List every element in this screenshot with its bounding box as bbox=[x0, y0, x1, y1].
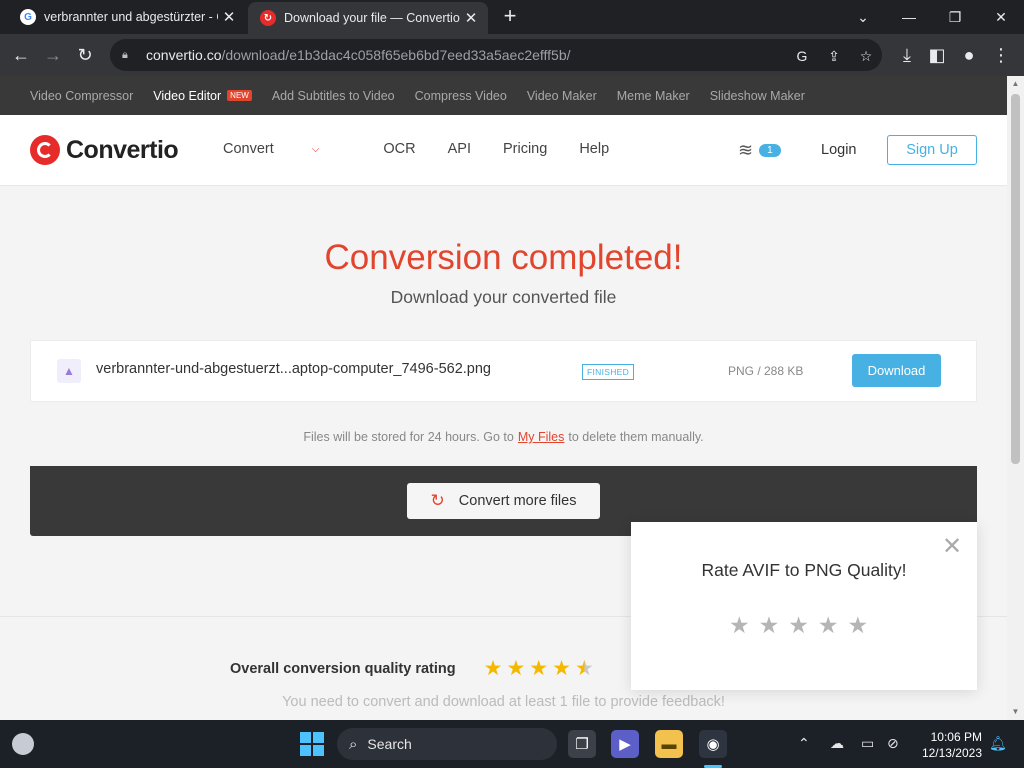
start-icon[interactable] bbox=[300, 732, 324, 756]
rate-star-4-icon[interactable]: ★ bbox=[818, 612, 839, 639]
forward-icon[interactable]: → bbox=[40, 42, 66, 68]
scroll-thumb[interactable] bbox=[1011, 94, 1020, 464]
overall-rating: Overall conversion quality rating ★ ★ ★ … bbox=[230, 657, 594, 680]
tray-chevron-icon[interactable]: ⌃ bbox=[798, 735, 810, 752]
menu-icon[interactable]: ⋮ bbox=[988, 42, 1014, 68]
file-name: verbrannter-und-abgestuerzt...aptop-comp… bbox=[96, 361, 491, 377]
onedrive-icon[interactable]: ☁ bbox=[830, 735, 844, 752]
weather-icon[interactable] bbox=[12, 733, 34, 755]
file-explorer-icon[interactable]: ▬ bbox=[655, 730, 683, 758]
google-lens-icon[interactable]: G bbox=[792, 46, 812, 66]
restore-icon[interactable]: ❐ bbox=[932, 0, 978, 34]
chevron-down-icon: ⌵ bbox=[311, 143, 320, 155]
sign-up-button[interactable]: Sign Up bbox=[887, 135, 977, 165]
promo-slideshow-maker[interactable]: Slideshow Maker bbox=[710, 89, 805, 103]
new-badge: NEW bbox=[227, 90, 252, 101]
url-text: convertio.co/download/e1b3dac4c058f65eb6… bbox=[146, 47, 571, 63]
convertio-logo-icon bbox=[30, 135, 60, 165]
notification-bell-icon[interactable]: 🔔︎ bbox=[989, 735, 1007, 752]
nav-help[interactable]: Help bbox=[579, 141, 609, 157]
convertio-favicon-icon: ↻ bbox=[260, 10, 276, 26]
nav-api[interactable]: API bbox=[448, 141, 471, 157]
back-icon[interactable]: ← bbox=[8, 42, 34, 68]
scroll-down-icon[interactable]: ▼ bbox=[1007, 704, 1024, 720]
close-tab-icon[interactable]: ✕ bbox=[218, 8, 240, 26]
promo-add-subtitles[interactable]: Add Subtitles to Video bbox=[272, 89, 395, 103]
layers-icon: ≋ bbox=[738, 140, 754, 160]
rate-star-5-icon[interactable]: ★ bbox=[848, 612, 869, 639]
tools-bar: Video Compressor Video Editor NEW Add Sub… bbox=[0, 76, 1007, 115]
nav-pricing[interactable]: Pricing bbox=[503, 141, 547, 157]
rating-star-icon: ★ bbox=[552, 657, 571, 680]
main-nav: Convert ⌵ OCR API Pricing Help bbox=[223, 141, 641, 157]
files-count-badge: 1 bbox=[759, 144, 781, 157]
task-view-icon[interactable]: ❐ bbox=[568, 730, 596, 758]
promo-meme-maker[interactable]: Meme Maker bbox=[617, 89, 690, 103]
taskbar-search[interactable]: ⌕ Search bbox=[337, 728, 557, 760]
tab-title: verbrannter und abgestürzter - G bbox=[44, 10, 218, 24]
side-panel-icon[interactable]: ◧ bbox=[924, 42, 950, 68]
browser-toolbar: ← → ↻ 🔒︎ convertio.co/download/e1b3dac4c… bbox=[0, 34, 1024, 76]
network-icon[interactable]: ⊘ bbox=[887, 735, 899, 752]
new-tab-icon[interactable]: + bbox=[498, 4, 522, 28]
minimize-icon[interactable]: — bbox=[886, 0, 932, 34]
reload-icon[interactable]: ↻ bbox=[72, 42, 98, 68]
close-window-icon[interactable]: ✕ bbox=[978, 0, 1024, 34]
search-icon: ⌕ bbox=[349, 735, 358, 753]
image-file-icon: ▲ bbox=[57, 359, 81, 383]
rating-star-icon: ★ bbox=[506, 657, 526, 680]
rate-star-1-icon[interactable]: ★ bbox=[729, 612, 750, 639]
close-tab-icon[interactable]: ✕ bbox=[460, 9, 482, 27]
nav-ocr[interactable]: OCR bbox=[383, 141, 415, 157]
site-header: Convertio Convert ⌵ OCR API Pricing Help … bbox=[0, 115, 1007, 186]
display-icon[interactable]: ▭ bbox=[861, 735, 874, 752]
star-rating-input: ★ ★ ★ ★ ★ bbox=[729, 612, 877, 639]
windows-taskbar: ⌕ Search ❐ ▶ ▬ ◉ ⌃ ☁ ▭ ⊘ 10:06 PM 12/13/… bbox=[0, 720, 1024, 768]
convertio-logo[interactable]: Convertio bbox=[30, 135, 179, 165]
scroll-up-icon[interactable]: ▲ bbox=[1007, 76, 1024, 92]
tab-title: Download your file — Convertio bbox=[284, 11, 460, 25]
rate-star-3-icon[interactable]: ★ bbox=[788, 612, 809, 639]
rating-half-star-icon: ★ bbox=[574, 657, 594, 680]
address-bar[interactable]: 🔒︎ convertio.co/download/e1b3dac4c058f65… bbox=[110, 39, 882, 71]
google-favicon-icon: G bbox=[20, 9, 36, 25]
chrome-icon[interactable]: ◉ bbox=[699, 730, 727, 758]
lock-icon[interactable]: 🔒︎ bbox=[122, 49, 134, 61]
my-files-button[interactable]: ≋ 1 bbox=[738, 140, 781, 161]
status-badge: FINISHED bbox=[582, 364, 635, 380]
file-row: ▲ verbrannter-und-abgestuerzt...aptop-co… bbox=[30, 340, 977, 402]
promo-video-editor[interactable]: Video Editor NEW bbox=[153, 89, 252, 103]
my-files-link[interactable]: My Files bbox=[518, 430, 565, 444]
browser-tabstrip: G verbrannter und abgestürzter - G ✕ ↻ D… bbox=[0, 0, 1024, 34]
nav-convert[interactable]: Convert ⌵ bbox=[223, 141, 351, 157]
profile-icon[interactable]: ● bbox=[956, 42, 982, 68]
taskbar-clock[interactable]: 10:06 PM 12/13/2023 bbox=[916, 729, 982, 761]
file-meta: PNG / 288 KB bbox=[728, 364, 804, 378]
download-button[interactable]: Download bbox=[852, 354, 941, 387]
tab-convertio-download[interactable]: ↻ Download your file — Convertio ✕ bbox=[248, 2, 488, 34]
close-icon[interactable]: ✕ bbox=[941, 535, 963, 559]
storage-notice: Files will be stored for 24 hours. Go to… bbox=[30, 408, 977, 466]
rating-star-icon: ★ bbox=[483, 657, 503, 680]
page-subtitle: Download your converted file bbox=[390, 287, 617, 307]
refresh-icon: ↻ bbox=[430, 491, 445, 510]
popup-title: Rate AVIF to PNG Quality! bbox=[701, 560, 907, 580]
tab-search-chevron-icon[interactable]: ⌄ bbox=[840, 0, 886, 34]
tab-google-search[interactable]: G verbrannter und abgestürzter - G ✕ bbox=[8, 0, 246, 34]
login-link[interactable]: Login bbox=[821, 142, 856, 158]
page-title: Conversion completed! bbox=[324, 238, 683, 277]
feedback-notice: You need to convert and download at leas… bbox=[282, 694, 725, 710]
rate-star-2-icon[interactable]: ★ bbox=[759, 612, 780, 639]
rating-star-icon: ★ bbox=[529, 657, 549, 680]
teams-icon[interactable]: ▶ bbox=[611, 730, 639, 758]
promo-video-compressor[interactable]: Video Compressor bbox=[30, 89, 133, 103]
share-icon[interactable]: ⇪ bbox=[824, 46, 844, 66]
promo-video-maker[interactable]: Video Maker bbox=[527, 89, 597, 103]
bookmark-star-icon[interactable]: ☆ bbox=[856, 46, 876, 66]
convert-more-button[interactable]: ↻ Convert more files bbox=[407, 483, 600, 519]
downloads-icon[interactable]: ⤓ bbox=[894, 42, 920, 68]
promo-compress-video[interactable]: Compress Video bbox=[415, 89, 507, 103]
rate-quality-popup: ✕ Rate AVIF to PNG Quality! ★ ★ ★ ★ ★ bbox=[631, 522, 977, 690]
page-scrollbar[interactable]: ▲ ▼ bbox=[1007, 76, 1024, 720]
